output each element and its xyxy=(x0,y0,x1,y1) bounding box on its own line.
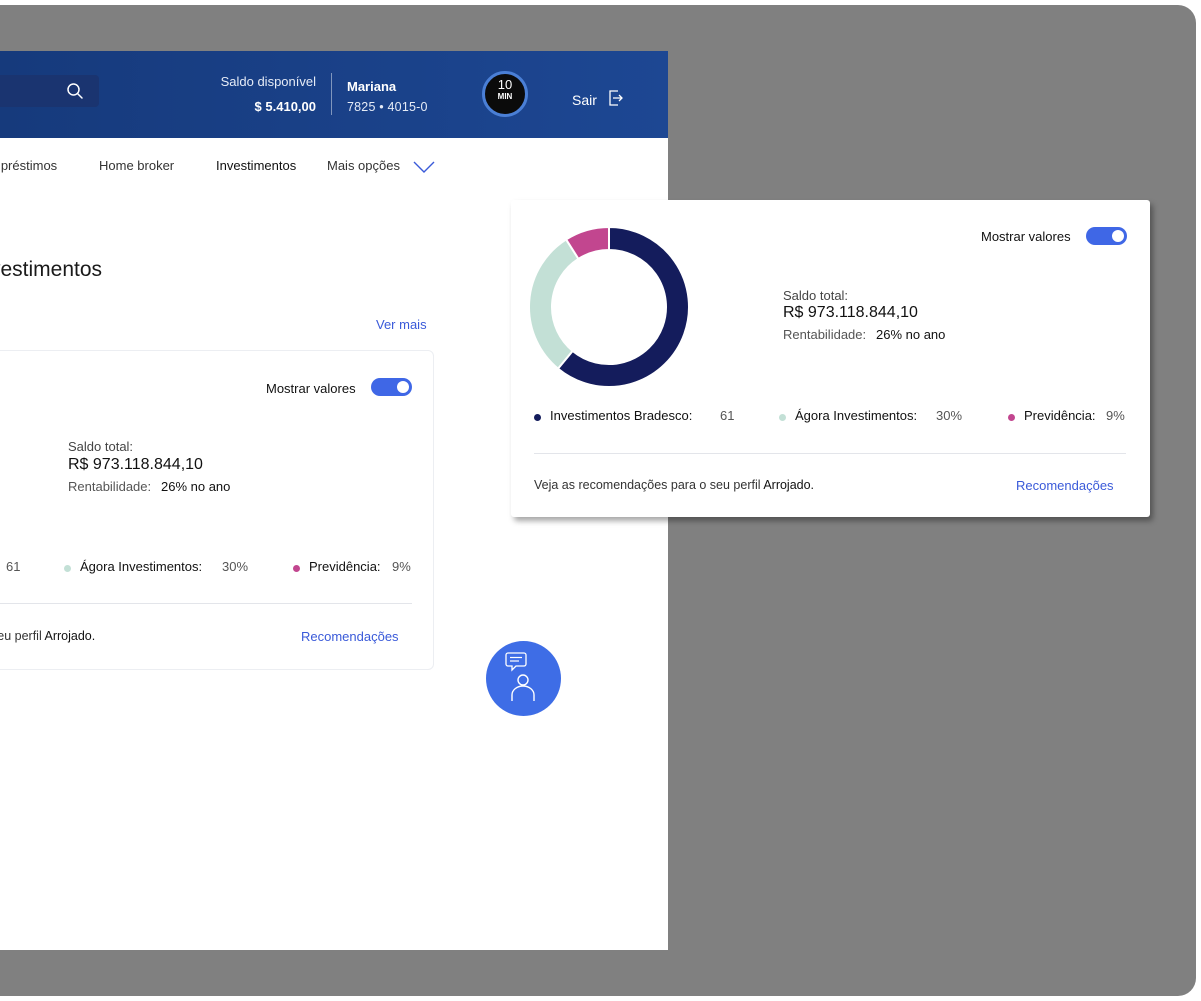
total-balance-value: R$ 973.118.844,10 xyxy=(68,456,203,473)
slice-agora xyxy=(528,238,580,371)
legend-value-previdencia: 9% xyxy=(1106,408,1125,423)
recommendation-prefix: seu perfil xyxy=(0,629,42,643)
backdrop: Saldo disponível $ 5.410,00 Mariana 7825… xyxy=(0,5,1196,996)
return-value: 26% no ano xyxy=(876,327,946,342)
legend-label-agora: Ágora Investimentos: xyxy=(795,408,918,423)
chevron-down-icon[interactable] xyxy=(413,161,435,173)
legend-label-agora: Ágora Investimentos: xyxy=(80,559,203,574)
total-balance-label: Saldo total: xyxy=(783,288,849,303)
top-bar: Saldo disponível $ 5.410,00 Mariana 7825… xyxy=(0,51,668,138)
logout-button[interactable]: Sair xyxy=(572,92,597,108)
return-label: Rentabilidade: xyxy=(783,327,867,342)
balance-value: $ 5.410,00 xyxy=(254,99,316,114)
legend-value-agora: 30% xyxy=(222,559,249,574)
return-label: Rentabilidade: xyxy=(68,479,152,494)
card-divider xyxy=(0,603,412,604)
header-divider xyxy=(331,73,332,115)
nav-item-home-broker[interactable]: Home broker xyxy=(99,158,174,173)
recommendation-text: seu perfil Arrojado. xyxy=(0,629,95,643)
chat-assistant-button[interactable] xyxy=(486,641,561,716)
legend-dot-previdencia xyxy=(1008,414,1015,421)
nav-item-more-options[interactable]: Mais opções xyxy=(327,158,400,173)
user-account: 7825 • 4015-0 xyxy=(347,100,428,114)
investments-summary-card: Mostrar valores Saldo total: R$ 973.118.… xyxy=(511,200,1150,517)
card-divider xyxy=(534,453,1126,454)
legend-value-bradesco: 61 xyxy=(720,408,735,423)
legend-dot-agora xyxy=(64,565,71,572)
total-balance-label: Saldo total: xyxy=(68,439,134,454)
logout-icon[interactable] xyxy=(607,88,625,108)
total-balance-value: R$ 973.118.844,10 xyxy=(783,304,918,321)
legend-label-previdencia: Previdência: xyxy=(1024,408,1096,423)
recommendation-profile: Arrojado. xyxy=(44,629,96,643)
investments-card: Mostrar valores Saldo total: R$ 973.118.… xyxy=(0,350,434,670)
show-values-toggle[interactable] xyxy=(371,378,412,396)
legend-dot-previdencia xyxy=(293,565,300,572)
legend-label-bradesco: Investimentos Bradesco: xyxy=(550,408,693,423)
legend-value-agora: 30% xyxy=(936,408,963,423)
balance-label: Saldo disponível xyxy=(220,74,316,89)
legend-value-bradesco: 61 xyxy=(6,559,21,574)
timer-unit: MIN xyxy=(497,92,513,101)
timer-value: 10 xyxy=(497,77,513,92)
nav-item-investments[interactable]: Investimentos xyxy=(216,158,296,173)
chat-assistant-icon xyxy=(505,652,535,701)
see-more-link[interactable]: Ver mais xyxy=(376,317,427,332)
main-nav: mpréstimos Home broker Investimentos Mai… xyxy=(0,138,668,196)
show-values-label: Mostrar valores xyxy=(981,229,1071,244)
show-values-toggle[interactable] xyxy=(1086,227,1127,245)
recommendation-text: Veja as recomendações para o seu perfil … xyxy=(534,478,814,492)
donut-chart xyxy=(528,225,690,388)
recommendation-prefix: Veja as recomendações para o seu perfil xyxy=(534,478,764,492)
legend-label-previdencia: Previdência: xyxy=(309,559,381,574)
recommendation-profile: Arrojado. xyxy=(763,478,815,492)
show-values-label: Mostrar valores xyxy=(266,381,356,396)
search-input[interactable] xyxy=(0,75,99,107)
session-timer: 10 MIN xyxy=(482,71,528,117)
return-value: 26% no ano xyxy=(161,479,231,494)
user-name: Mariana xyxy=(347,79,397,94)
search-icon[interactable] xyxy=(66,82,84,100)
legend-dot-bradesco xyxy=(534,414,541,421)
legend-value-previdencia: 9% xyxy=(392,559,411,574)
nav-item-loans[interactable]: mpréstimos xyxy=(0,158,57,173)
recommendations-link[interactable]: Recomendações xyxy=(301,629,399,644)
legend-dot-agora xyxy=(779,414,786,421)
recommendations-link[interactable]: Recomendações xyxy=(1016,478,1114,493)
page-title: vestimentos xyxy=(0,258,103,281)
